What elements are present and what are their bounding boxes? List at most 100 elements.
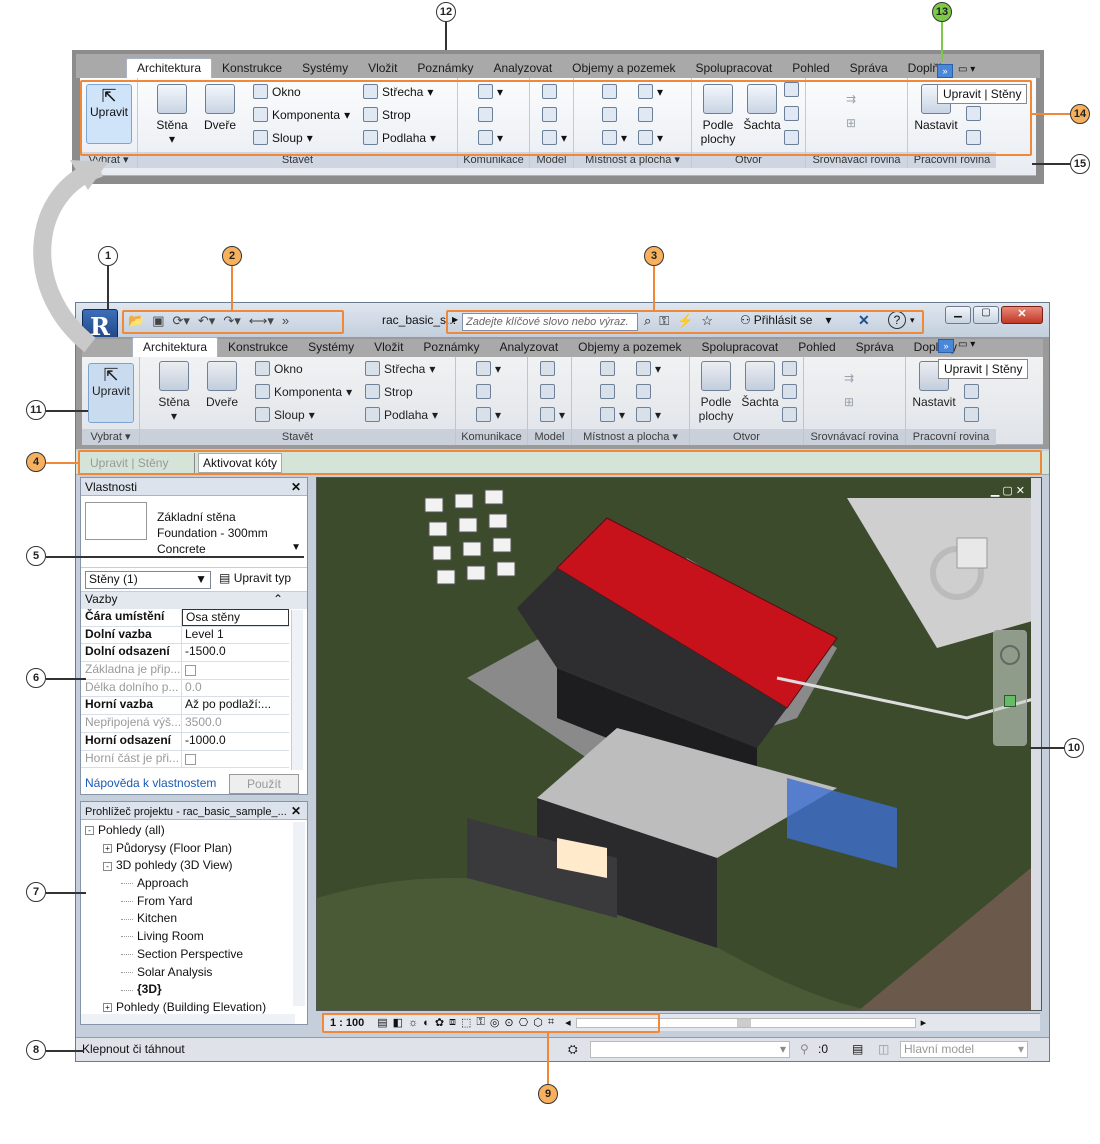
help-button[interactable]: ?	[888, 311, 906, 329]
tab-analyzovat[interactable]: Analyzovat	[483, 59, 562, 78]
main-stair-button[interactable]: ▾	[476, 361, 501, 376]
main-grid-button[interactable]: ⊞	[844, 395, 854, 409]
lock-view-icon[interactable]: ⚿	[476, 1016, 484, 1029]
crop-view-icon[interactable]: ⧈	[449, 1016, 456, 1029]
collapse-icon[interactable]: -	[85, 826, 94, 836]
property-row[interactable]: Čára umístění Osa stěny	[81, 609, 289, 627]
main-viewer-button[interactable]	[964, 407, 979, 422]
property-value[interactable]: Až po podlaží:...	[182, 697, 289, 714]
scale-label[interactable]: 1 : 100	[330, 1017, 364, 1029]
main-tab-sprava[interactable]: Správa	[846, 338, 904, 357]
property-row[interactable]: Horní vazba Až po podlaží:...	[81, 697, 289, 716]
properties-scrollbar[interactable]	[291, 610, 303, 770]
more-icon[interactable]: »	[282, 313, 289, 329]
main-room-separator-button[interactable]: ▾	[636, 361, 661, 376]
workset-icon[interactable]: ⛭	[568, 1042, 578, 1057]
wall-button[interactable]: Stěna ▾	[148, 84, 196, 146]
browser-tree-item[interactable]: - Pohledy (all)	[85, 822, 303, 840]
main-area-tag-button[interactable]: ▾	[636, 407, 661, 422]
save-icon[interactable]: ▣	[152, 313, 164, 329]
property-row[interactable]: Horní odsazení -1000.0	[81, 732, 289, 751]
room-tag-button[interactable]	[602, 107, 617, 122]
visual-style-icon[interactable]: ◧	[393, 1016, 403, 1029]
instance-selector[interactable]: Stěny (1) ▼	[85, 571, 211, 589]
area-tag-button[interactable]: ▾	[638, 130, 663, 145]
ramp-button[interactable]: ▾	[478, 130, 503, 145]
tab-konstrukce[interactable]: Konstrukce	[212, 59, 292, 78]
vertical-opening-button[interactable]	[784, 106, 799, 121]
property-value[interactable]: Osa stěny	[182, 609, 289, 626]
subscription-icon[interactable]: ⚿	[659, 313, 669, 329]
main-tab-systemy[interactable]: Systémy	[298, 338, 364, 357]
roof-button[interactable]: Střecha ▾	[363, 84, 433, 99]
minimize-ribbon-toggle[interactable]: »	[937, 64, 953, 78]
close-button[interactable]: ✕	[1001, 306, 1043, 324]
constraints-icon[interactable]: ⌗	[548, 1016, 554, 1029]
main-door-button[interactable]: Dveře	[200, 361, 244, 409]
shaft-button[interactable]: Šachta	[742, 84, 782, 132]
property-row[interactable]: Nepřipojená výš... 3500.0	[81, 715, 289, 733]
main-panel-title-mistnost[interactable]: Místnost a plocha ▾	[572, 429, 689, 445]
hscroll-right-icon[interactable]: ▸	[921, 1016, 927, 1029]
model-group-button[interactable]: ▾	[542, 130, 567, 145]
browser-scrollbar[interactable]	[293, 822, 305, 1006]
main-model-group-button[interactable]: ▾	[540, 407, 565, 422]
property-value[interactable]: 3500.0	[182, 715, 289, 732]
main-area-boundary-button[interactable]: ▾	[600, 407, 625, 422]
shadows-icon[interactable]: ◐	[423, 1017, 430, 1029]
temp-hide-icon[interactable]: ◎	[490, 1016, 500, 1029]
room-button[interactable]	[602, 84, 617, 99]
design-options-icon[interactable]: ◫	[878, 1042, 889, 1056]
main-tab-vlozit[interactable]: Vložit	[364, 338, 413, 357]
browser-tree-item[interactable]: + Půdorysy (Floor Plan)	[85, 840, 303, 858]
highlight-displacement-icon[interactable]: ⬡	[533, 1016, 543, 1029]
main-component-button[interactable]: Komponenta ▾	[255, 384, 352, 399]
ceiling-button[interactable]: Strop	[363, 107, 411, 122]
main-tab-spolupracovat[interactable]: Spolupracovat	[692, 338, 789, 357]
apply-button[interactable]: Použít	[229, 774, 299, 794]
room-separator-button[interactable]: ▾	[638, 84, 663, 99]
main-room-button[interactable]	[600, 361, 615, 376]
main-tab-analyzovat[interactable]: Analyzovat	[489, 338, 568, 357]
communication-icon[interactable]: ⚡	[677, 313, 693, 329]
main-ceiling-button[interactable]: Strop	[365, 384, 413, 399]
rendering-icon[interactable]: ✿	[435, 1016, 444, 1029]
property-value[interactable]	[182, 751, 289, 768]
main-modify-button[interactable]: ⇱ Upravit	[88, 363, 134, 423]
main-tab-architektura[interactable]: Architektura	[132, 337, 219, 357]
minimize-button[interactable]: ▁	[945, 306, 971, 324]
property-row[interactable]: Základna je přip...	[81, 662, 289, 680]
tab-systemy[interactable]: Systémy	[292, 59, 358, 78]
property-value[interactable]: Level 1	[182, 627, 289, 644]
browser-tree-item[interactable]: {3D}	[85, 981, 303, 999]
properties-help-link[interactable]: Nápověda k vlastnostem	[85, 776, 216, 790]
main-column-button[interactable]: Sloup ▾	[255, 407, 315, 422]
column-button[interactable]: Sloup ▾	[253, 130, 313, 145]
help-dropdown-icon[interactable]: ▾	[910, 315, 915, 326]
reveal-hidden-icon[interactable]: ⊙	[504, 1016, 513, 1029]
area-boundary-button[interactable]: ▾	[602, 130, 627, 145]
tab-poznamky[interactable]: Poznámky	[407, 59, 483, 78]
zoom-icon[interactable]	[1004, 695, 1016, 707]
property-checkbox[interactable]	[185, 753, 196, 765]
collapse-icon[interactable]: -	[103, 861, 112, 871]
main-dormer-button[interactable]	[782, 407, 797, 422]
detail-level-icon[interactable]: ▤	[377, 1016, 387, 1029]
activate-dimensions-button[interactable]: Aktivovat kóty	[198, 453, 283, 473]
browser-close-icon[interactable]: ✕	[291, 802, 301, 820]
expand-icon[interactable]: +	[103, 844, 112, 854]
design-option-dropdown[interactable]: Hlavní model ▾	[900, 1041, 1028, 1058]
main-area-button[interactable]	[636, 384, 651, 399]
floor-button[interactable]: Podlaha ▾	[363, 130, 436, 145]
main-level-button[interactable]: ⇉	[844, 371, 854, 385]
show-workplane-button[interactable]	[966, 106, 981, 121]
hscroll-left-icon[interactable]: ◂	[565, 1016, 571, 1029]
main-show-workplane-button[interactable]	[964, 384, 979, 399]
property-checkbox[interactable]	[185, 665, 196, 677]
level-button[interactable]: ⇉	[846, 92, 856, 106]
wall-opening-button[interactable]	[784, 82, 799, 97]
property-row[interactable]: Horní část je při...	[81, 750, 289, 769]
undo-icon[interactable]: ↶▾	[198, 313, 215, 329]
main-by-face-button[interactable]: Podle plochy	[694, 361, 738, 423]
measure-icon[interactable]: ⟷▾	[249, 313, 274, 329]
